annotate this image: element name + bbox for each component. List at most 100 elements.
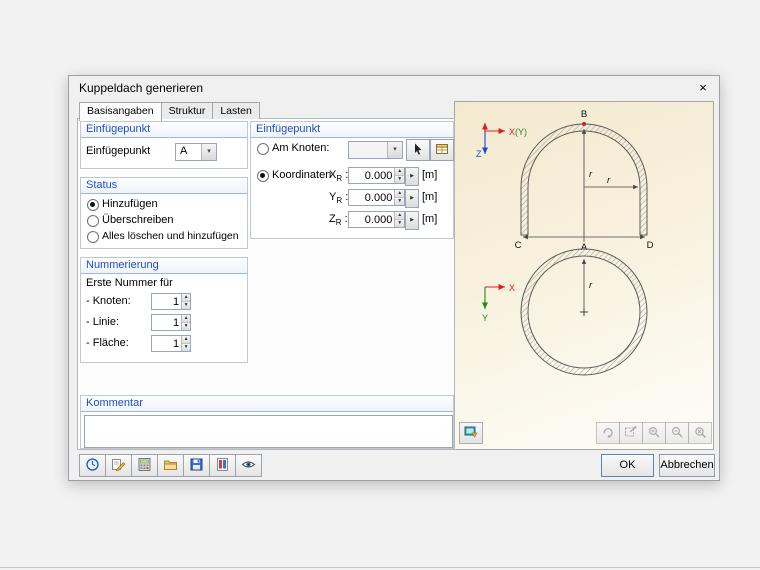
radio-hinzufuegen[interactable]	[87, 199, 99, 211]
zoom-extent-button[interactable]	[688, 422, 712, 444]
section-d-label: D	[647, 240, 654, 251]
spin-up-icon[interactable]: ▲	[395, 168, 404, 175]
history-button[interactable]	[79, 454, 106, 477]
zr-input[interactable]: ▲ ▼	[348, 211, 405, 228]
close-button[interactable]: ×	[693, 79, 713, 96]
knoten-number-input[interactable]: ▲ ▼	[151, 293, 191, 310]
ok-button[interactable]: OK	[601, 454, 654, 477]
radio-alles-loeschen[interactable]	[87, 231, 99, 243]
spin-up-icon[interactable]: ▲	[395, 190, 404, 197]
desktop: Kuppeldach generieren × Basisangaben Str…	[0, 0, 760, 570]
radio-hinzufuegen-label: Hinzufügen	[102, 198, 158, 210]
zoom-in-button[interactable]	[642, 422, 666, 444]
preview-button[interactable]	[235, 454, 262, 477]
plan-axis-x-label: X	[509, 283, 515, 293]
spin-up-icon[interactable]: ▲	[182, 315, 190, 322]
yr-input[interactable]: ▲ ▼	[348, 189, 405, 206]
comment-input[interactable]	[84, 415, 453, 448]
dialog-title: Kuppeldach generieren	[79, 81, 204, 95]
floppy-icon	[190, 458, 203, 471]
tab-page-basisangaben: Einfügepunkt Einfügepunkt A ▾ Status Hin…	[77, 118, 455, 450]
zoom-in-icon	[648, 426, 660, 438]
xr-more-button[interactable]: ▶	[405, 167, 419, 186]
flaeche-label: - Fläche:	[86, 337, 129, 349]
chevron-down-icon[interactable]: ▾	[201, 144, 216, 160]
apex-point	[582, 122, 586, 126]
linie-number-input[interactable]: ▲ ▼	[151, 314, 191, 331]
spin-up-icon[interactable]: ▲	[182, 336, 190, 343]
xr-input[interactable]: ▲ ▼	[348, 167, 405, 184]
zoom-out-icon	[671, 426, 683, 438]
open-button[interactable]	[157, 454, 184, 477]
flaeche-number-value[interactable]	[152, 336, 182, 351]
pencil-icon	[112, 459, 126, 472]
spin-down-icon[interactable]: ▼	[182, 343, 190, 351]
apex-label: B	[581, 109, 587, 120]
clock-icon	[86, 458, 99, 471]
xr-value[interactable]	[349, 168, 395, 183]
flaeche-number-input[interactable]: ▲ ▼	[151, 335, 191, 352]
zoom-extent-icon	[695, 427, 707, 439]
erste-nummer-label: Erste Nummer für	[86, 277, 173, 289]
zoom-out-button[interactable]	[665, 422, 689, 444]
group-kommentar: Kommentar	[80, 395, 454, 449]
am-knoten-select[interactable]: ▾	[348, 141, 403, 159]
dialog-kuppeldach-generieren: Kuppeldach generieren × Basisangaben Str…	[68, 75, 720, 481]
units-button[interactable]	[209, 454, 236, 477]
spinner: ▲ ▼	[394, 190, 404, 205]
eye-icon	[241, 461, 256, 468]
yr-more-button[interactable]: ▶	[405, 189, 419, 208]
xr-unit: [m]	[422, 169, 438, 181]
pick-cursor-icon	[415, 143, 422, 155]
radio-ueberschreiben[interactable]	[87, 215, 99, 227]
tab-lasten[interactable]: Lasten	[212, 102, 260, 119]
rotate-view-button[interactable]	[596, 422, 620, 444]
radio-koordinaten[interactable]	[257, 170, 269, 182]
spin-up-icon[interactable]: ▲	[395, 212, 404, 219]
section-r-vertical-label: r	[589, 169, 593, 180]
tab-basisangaben[interactable]: Basisangaben	[79, 102, 162, 121]
calculator-icon	[138, 458, 151, 471]
spin-down-icon[interactable]: ▼	[395, 197, 404, 205]
node-table-button[interactable]	[430, 139, 454, 161]
knoten-number-value[interactable]	[152, 294, 182, 309]
tab-strip: Basisangaben Struktur Lasten	[79, 102, 260, 121]
cancel-button[interactable]: Abbrechen	[659, 454, 715, 477]
edit-defaults-button[interactable]	[105, 454, 132, 477]
group-title: Einfügepunkt	[251, 122, 453, 138]
yr-label: YR :	[329, 191, 349, 206]
group-title: Nummerierung	[81, 258, 247, 274]
section-c-label: C	[515, 240, 522, 251]
group-nummerierung: Nummerierung Erste Nummer für - Knoten: …	[80, 257, 248, 363]
zr-unit: [m]	[422, 213, 438, 225]
dialog-titlebar[interactable]: Kuppeldach generieren ×	[69, 76, 719, 100]
section-axis-z-label: Z	[476, 149, 482, 159]
pick-node-button[interactable]	[406, 139, 430, 161]
spin-down-icon[interactable]: ▼	[182, 301, 190, 309]
calculator-button[interactable]	[131, 454, 158, 477]
zr-value[interactable]	[349, 212, 395, 227]
spin-down-icon[interactable]: ▼	[395, 219, 404, 227]
radio-am-knoten[interactable]	[257, 143, 269, 155]
spin-down-icon[interactable]: ▼	[395, 175, 404, 183]
save-button[interactable]	[183, 454, 210, 477]
tab-struktur[interactable]: Struktur	[160, 102, 214, 119]
yr-value[interactable]	[349, 190, 395, 205]
chevron-down-icon[interactable]: ▾	[387, 142, 402, 158]
spinner: ▲ ▼	[181, 336, 190, 351]
zoom-window-button[interactable]	[619, 422, 643, 444]
xr-label: XR :	[329, 169, 349, 184]
einfuegepunkt-select[interactable]: A ▾	[175, 143, 217, 161]
display-options-icon	[464, 426, 478, 438]
einfuegepunkt-label: Einfügepunkt	[86, 145, 151, 157]
plan-axis-y-label: Y	[482, 313, 488, 323]
spin-up-icon[interactable]: ▲	[182, 294, 190, 301]
units-document-icon	[217, 458, 228, 471]
node-table-icon	[436, 144, 448, 154]
knoten-label: - Knoten:	[86, 295, 131, 307]
linie-label: - Linie:	[86, 316, 120, 328]
zr-more-button[interactable]: ▶	[405, 211, 419, 230]
spin-down-icon[interactable]: ▼	[182, 322, 190, 330]
linie-number-value[interactable]	[152, 315, 182, 330]
graphic-display-options-button[interactable]	[459, 422, 483, 444]
